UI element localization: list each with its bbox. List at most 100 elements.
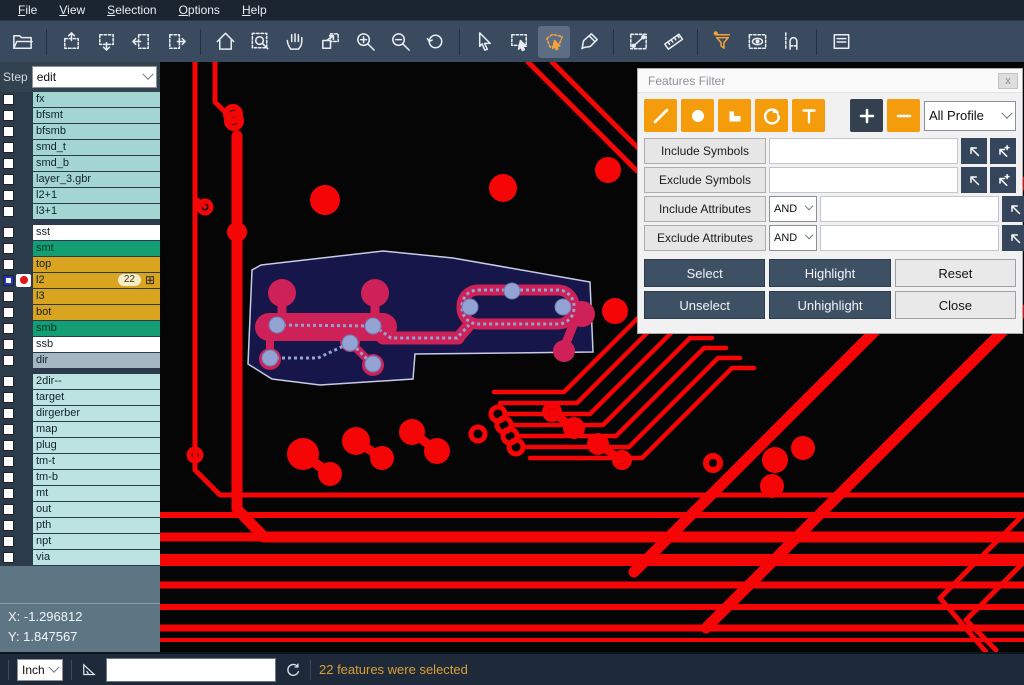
polygon-select-icon[interactable] xyxy=(538,26,570,58)
menu-item-view[interactable]: View xyxy=(49,1,95,19)
layers-table-icon[interactable] xyxy=(825,26,857,58)
active-layer-indicator[interactable] xyxy=(16,274,31,287)
home-view-icon[interactable] xyxy=(209,26,241,58)
layer-row-bot[interactable]: bot xyxy=(0,305,160,320)
layer-visibility-checkbox[interactable] xyxy=(3,536,14,547)
pan-right-icon[interactable] xyxy=(160,26,192,58)
layer-visibility-checkbox[interactable] xyxy=(3,323,14,334)
layer-visibility-checkbox[interactable] xyxy=(3,520,14,531)
menu-item-help[interactable]: Help xyxy=(232,1,277,19)
filter-label-button[interactable]: Exclude Symbols xyxy=(644,167,766,193)
select-pointer-icon[interactable] xyxy=(468,26,500,58)
layer-name[interactable]: mt xyxy=(33,486,160,501)
layer-row-smb[interactable]: smb xyxy=(0,321,160,336)
layer-display-icon[interactable] xyxy=(741,26,773,58)
filter-value-input[interactable] xyxy=(820,225,999,251)
and-or-select[interactable]: AND xyxy=(769,196,817,222)
unhighlight-button[interactable]: Unhighlight xyxy=(769,291,890,319)
line-feature-icon[interactable] xyxy=(644,99,677,132)
measure-distance-icon[interactable] xyxy=(622,26,654,58)
layer-name[interactable]: sst xyxy=(33,225,160,240)
layer-name[interactable]: smd_b xyxy=(33,156,160,171)
layer-name[interactable]: fx xyxy=(33,92,160,107)
profile-select[interactable]: All Profile xyxy=(924,101,1016,131)
select-button[interactable]: Select xyxy=(644,259,765,287)
layer-name[interactable]: npt xyxy=(33,534,160,549)
pick-add-button[interactable] xyxy=(990,167,1016,193)
snap-icon[interactable] xyxy=(776,26,808,58)
layer-visibility-checkbox[interactable] xyxy=(3,174,14,185)
close-button[interactable]: Close xyxy=(895,291,1016,319)
layer-name[interactable]: l3+1 xyxy=(33,204,160,219)
zoom-window-icon[interactable] xyxy=(244,26,276,58)
layer-row-smd_t[interactable]: smd_t xyxy=(0,140,160,155)
step-select[interactable]: edit xyxy=(32,66,157,88)
pick-from-canvas-button[interactable] xyxy=(961,167,987,193)
layer-visibility-checkbox[interactable] xyxy=(3,339,14,350)
layer-visibility-checkbox[interactable] xyxy=(3,307,14,318)
layer-visibility-checkbox[interactable] xyxy=(3,126,14,137)
pan-down-icon[interactable] xyxy=(90,26,122,58)
layer-name[interactable]: via xyxy=(33,550,160,565)
table-icon[interactable]: ⊞ xyxy=(145,274,155,286)
and-or-select[interactable]: AND xyxy=(769,225,817,251)
layer-row-2dir--[interactable]: 2dir-- xyxy=(0,374,160,389)
layer-visibility-checkbox[interactable] xyxy=(3,142,14,153)
pad-feature-icon[interactable] xyxy=(681,99,714,132)
layer-visibility-checkbox[interactable] xyxy=(3,243,14,254)
layer-name[interactable]: map xyxy=(33,422,160,437)
unit-select[interactable]: Inch xyxy=(17,659,63,681)
layer-name[interactable]: target xyxy=(33,390,160,405)
layer-visibility-checkbox[interactable] xyxy=(3,275,14,286)
layer-visibility-checkbox[interactable] xyxy=(3,472,14,483)
remove-mode-icon[interactable] xyxy=(887,99,920,132)
layer-visibility-checkbox[interactable] xyxy=(3,190,14,201)
layer-visibility-checkbox[interactable] xyxy=(3,392,14,403)
arc-feature-icon[interactable] xyxy=(755,99,788,132)
layer-visibility-checkbox[interactable] xyxy=(3,488,14,499)
features-filter-icon[interactable] xyxy=(706,26,738,58)
menu-item-selection[interactable]: Selection xyxy=(97,1,166,19)
ruler-icon[interactable] xyxy=(657,26,689,58)
pan-left-icon[interactable] xyxy=(125,26,157,58)
text-feature-icon[interactable] xyxy=(792,99,825,132)
pick-from-canvas-button[interactable] xyxy=(1002,196,1024,222)
layer-name[interactable]: smt xyxy=(33,241,160,256)
layer-row-top[interactable]: top xyxy=(0,257,160,272)
layer-visibility-checkbox[interactable] xyxy=(3,376,14,387)
refresh-icon[interactable] xyxy=(284,661,302,679)
layer-name[interactable]: tm-t xyxy=(33,454,160,469)
menu-item-options[interactable]: Options xyxy=(169,1,230,19)
open-file-icon[interactable] xyxy=(6,26,38,58)
layer-name[interactable]: l2+1 xyxy=(33,188,160,203)
pick-add-button[interactable] xyxy=(990,138,1016,164)
layer-visibility-checkbox[interactable] xyxy=(3,355,14,366)
layer-row-bfsmt[interactable]: bfsmt xyxy=(0,108,160,123)
layer-name[interactable]: tm-b xyxy=(33,470,160,485)
layer-row-bfsmb[interactable]: bfsmb xyxy=(0,124,160,139)
pan-up-icon[interactable] xyxy=(55,26,87,58)
layer-row-out[interactable]: out xyxy=(0,502,160,517)
layer-name[interactable]: bot xyxy=(33,305,160,320)
menu-item-file[interactable]: File xyxy=(8,1,47,19)
layer-row-smd_b[interactable]: smd_b xyxy=(0,156,160,171)
layer-name[interactable]: plug xyxy=(33,438,160,453)
layer-name[interactable]: l3 xyxy=(33,289,160,304)
layer-name[interactable]: ssb xyxy=(33,337,160,352)
layer-row-l3[interactable]: l3 xyxy=(0,289,160,304)
layer-visibility-checkbox[interactable] xyxy=(3,408,14,419)
unselect-button[interactable]: Unselect xyxy=(644,291,765,319)
layer-row-tm-b[interactable]: tm-b xyxy=(0,470,160,485)
layer-visibility-checkbox[interactable] xyxy=(3,158,14,169)
layer-row-npt[interactable]: npt xyxy=(0,534,160,549)
pan-hand-icon[interactable] xyxy=(279,26,311,58)
add-mode-icon[interactable] xyxy=(850,99,883,132)
filter-label-button[interactable]: Include Symbols xyxy=(644,138,766,164)
clear-brush-icon[interactable] xyxy=(573,26,605,58)
layer-visibility-checkbox[interactable] xyxy=(3,456,14,467)
dialog-close-button[interactable]: x xyxy=(998,73,1018,89)
layer-name[interactable]: dir xyxy=(33,353,160,368)
dialog-title-bar[interactable]: Features Filter x xyxy=(638,69,1022,93)
layer-row-layer_3.gbr[interactable]: layer_3.gbr xyxy=(0,172,160,187)
layer-visibility-checkbox[interactable] xyxy=(3,259,14,270)
